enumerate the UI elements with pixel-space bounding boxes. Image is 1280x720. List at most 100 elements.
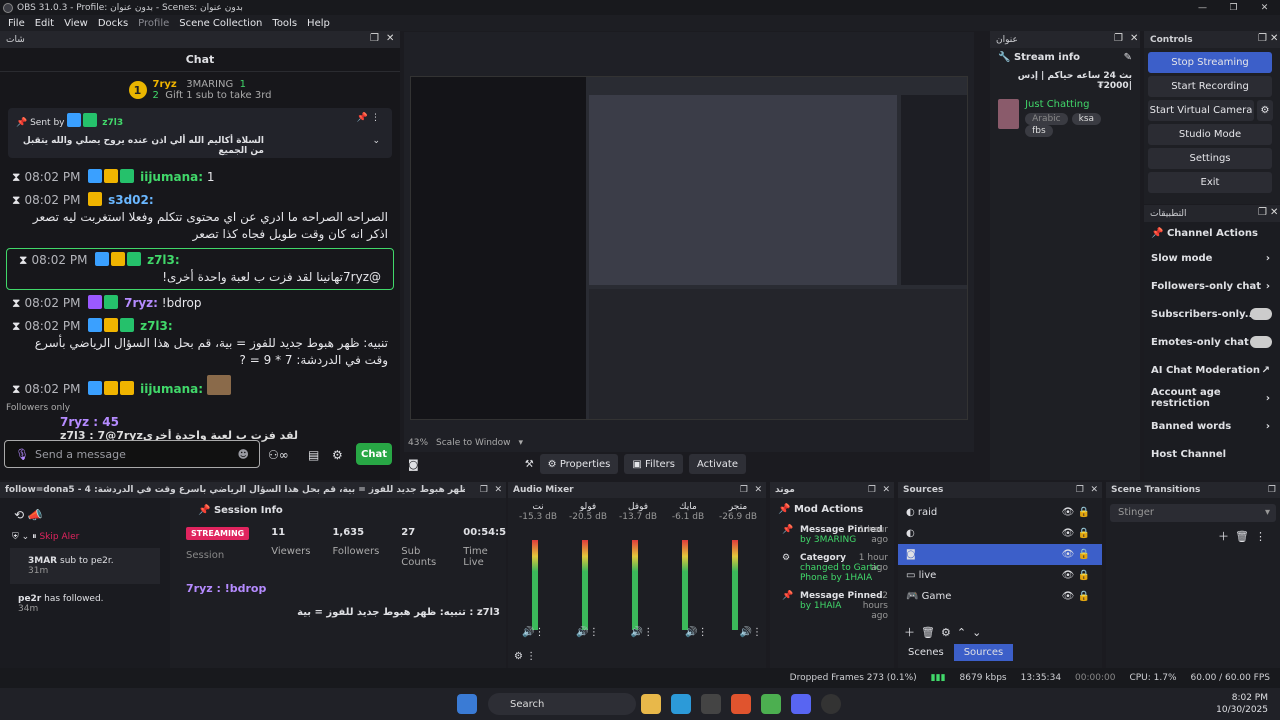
gear-icon[interactable]: ⚙ [332, 448, 343, 462]
speaker-icon[interactable]: 🔊⋮ [685, 627, 707, 638]
store-icon[interactable] [701, 694, 721, 714]
close-dock-icon[interactable]: ✕ [386, 33, 394, 44]
shield-icon[interactable]: ⛨ [12, 532, 19, 542]
visibility-lock-icon[interactable]: 👁 🔒 [1062, 591, 1090, 602]
msg-user[interactable]: z7l3: [147, 253, 180, 267]
activate-button[interactable]: Activate [688, 454, 746, 474]
subscribers-only-item[interactable]: Subscribers-only... [1144, 300, 1280, 328]
close-dock-icon[interactable]: ✕ [1270, 33, 1278, 44]
close-icon[interactable]: ✕ [1249, 0, 1280, 15]
maximize-icon[interactable]: ❐ [1218, 0, 1249, 15]
trash-icon[interactable]: 🗑 [1235, 530, 1255, 543]
more-icon[interactable]: ⋮ [1255, 530, 1272, 543]
undock-icon[interactable]: ❐ [480, 485, 488, 495]
visibility-lock-icon[interactable]: 👁 🔒 [1062, 549, 1090, 560]
visibility-lock-icon[interactable]: 👁 🔒 [1062, 528, 1090, 539]
add-icon[interactable]: ＋ [904, 626, 921, 639]
msg-user[interactable]: 7ryz: [124, 296, 158, 310]
visibility-lock-icon[interactable]: 👁 🔒 [1062, 570, 1090, 581]
brave-icon[interactable] [731, 694, 751, 714]
speaker-icon[interactable]: 🔊⋮ [522, 627, 544, 638]
slow-mode-item[interactable]: Slow mode › [1144, 244, 1280, 272]
filters-button[interactable]: ▣ Filters [624, 454, 683, 474]
taskbar-clock[interactable]: 8:02 PM 10/30/2025 [1216, 692, 1268, 716]
visibility-lock-icon[interactable]: 👁 🔒 [1062, 507, 1090, 518]
menu-tools[interactable]: Tools [272, 18, 297, 29]
edit-icon[interactable]: ✎ [1124, 52, 1132, 63]
gear-icon[interactable]: ⚙ [941, 626, 957, 639]
trash-icon[interactable]: 🗑 [921, 626, 941, 639]
account-age-item[interactable]: Account age restriction › [1144, 384, 1280, 412]
category-name[interactable]: Just Chatting [1025, 99, 1132, 110]
undock-icon[interactable]: ❐ [370, 33, 379, 44]
speaker-icon[interactable]: 🔊⋮ [576, 627, 598, 638]
tab-sources[interactable]: Sources [953, 644, 1014, 661]
menu-help[interactable]: Help [307, 18, 330, 29]
menu-docks[interactable]: Docks [98, 18, 128, 29]
close-dock-icon[interactable]: ✕ [882, 485, 890, 495]
pause-icon[interactable]: ⏸ [32, 532, 37, 542]
chat-input[interactable]: 🎙 Send a message ☻ [4, 440, 260, 468]
transition-select[interactable]: Stinger ▾ [1110, 504, 1276, 522]
source-item[interactable]: 🎮 Game 👁 🔒 [898, 586, 1102, 607]
windows-start-icon[interactable] [457, 694, 477, 714]
host-channel-item[interactable]: Host Channel [1144, 440, 1280, 468]
settings-button[interactable]: Settings [1148, 148, 1272, 169]
properties-button[interactable]: ⚙ Properties [539, 454, 619, 474]
subscribers-only-toggle[interactable] [1250, 308, 1272, 320]
mixer-settings-icon[interactable]: ⚙ ⋮ [514, 651, 536, 662]
leader-user[interactable]: 7ryz [153, 79, 177, 90]
start-virtual-camera-button[interactable]: Start Virtual Camera [1148, 100, 1254, 121]
msg-user[interactable]: iijumana: [140, 170, 203, 184]
close-dock-icon[interactable]: ✕ [1270, 207, 1278, 218]
menu-edit[interactable]: Edit [35, 18, 54, 29]
menu-view[interactable]: View [64, 18, 88, 29]
close-dock-icon[interactable]: ✕ [1130, 33, 1138, 44]
source-item[interactable]: ◐ 👁 🔒 [898, 523, 1102, 544]
studio-mode-button[interactable]: Studio Mode [1148, 124, 1272, 145]
close-dock-icon[interactable]: ✕ [1090, 485, 1098, 495]
unpin-icon[interactable]: 📌 ⋮ [357, 113, 380, 123]
pinned-user[interactable]: z7l3 [102, 118, 123, 128]
close-dock-icon[interactable]: ✕ [754, 485, 762, 495]
emotes-only-toggle[interactable] [1250, 336, 1272, 348]
edge-icon[interactable] [671, 694, 691, 714]
msg-user[interactable]: z7l3: [140, 319, 173, 333]
preview-canvas[interactable] [404, 32, 974, 452]
chevron-down-icon[interactable]: ▾ [518, 438, 523, 448]
stop-streaming-button[interactable]: Stop Streaming [1148, 52, 1272, 73]
undock-icon[interactable]: ❐ [1258, 207, 1267, 218]
undock-icon[interactable]: ❐ [868, 485, 876, 495]
close-dock-icon[interactable]: ✕ [494, 485, 502, 495]
emotes-only-item[interactable]: Emotes-only chat [1144, 328, 1280, 356]
speaker-icon[interactable]: 🔊⋮ [631, 627, 653, 638]
chevron-down-icon[interactable]: ⌄ [372, 136, 380, 146]
msg-user[interactable]: iijumana: [140, 382, 203, 396]
start-recording-button[interactable]: Start Recording [1148, 76, 1272, 97]
speaker-icon[interactable]: 🔊⋮ [740, 627, 762, 638]
exit-button[interactable]: Exit [1148, 172, 1272, 193]
discord-icon[interactable] [791, 694, 811, 714]
undock-icon[interactable]: ❐ [1076, 485, 1084, 495]
move-down-icon[interactable]: ⌄ [972, 626, 987, 639]
chat-send-button[interactable]: Chat [356, 443, 392, 465]
tab-scenes[interactable]: Scenes [898, 644, 954, 661]
mic-icon[interactable]: 🎙 [15, 448, 29, 461]
undock-icon[interactable]: ❐ [1114, 33, 1123, 44]
chevron-down-icon[interactable]: ⌄ [22, 532, 30, 542]
undock-icon[interactable]: ❐ [740, 485, 748, 495]
undock-icon[interactable]: ❐ [1258, 33, 1267, 44]
add-icon[interactable]: ＋ [1218, 530, 1235, 543]
scale-mode[interactable]: Scale to Window [436, 438, 510, 448]
skip-alert-button[interactable]: Skip Aler [39, 532, 79, 542]
source-item[interactable]: ▭ live 👁 🔒 [898, 565, 1102, 586]
file-explorer-icon[interactable] [641, 694, 661, 714]
menu-file[interactable]: File [8, 18, 25, 29]
obs-taskbar-icon[interactable] [821, 694, 841, 714]
followers-only-item[interactable]: Followers-only chat › [1144, 272, 1280, 300]
chrome-icon[interactable] [761, 694, 781, 714]
virtual-camera-settings-icon[interactable]: ⚙ [1257, 100, 1273, 121]
menu-scene-collection[interactable]: Scene Collection [179, 18, 262, 29]
channel-points-icon[interactable]: ⚇∞ [268, 448, 289, 462]
menu-profile[interactable]: Profile [138, 18, 169, 29]
